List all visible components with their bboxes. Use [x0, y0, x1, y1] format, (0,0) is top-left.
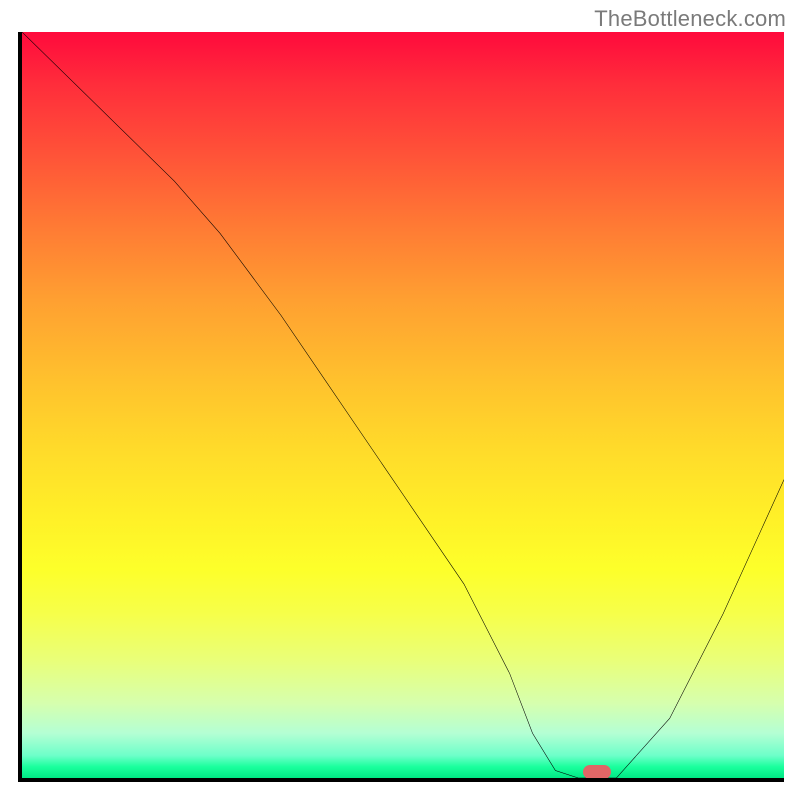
bottleneck-curve: [22, 32, 784, 778]
watermark-text: TheBottleneck.com: [594, 6, 786, 32]
plot-area: [18, 32, 784, 782]
optimum-marker: [583, 765, 611, 779]
